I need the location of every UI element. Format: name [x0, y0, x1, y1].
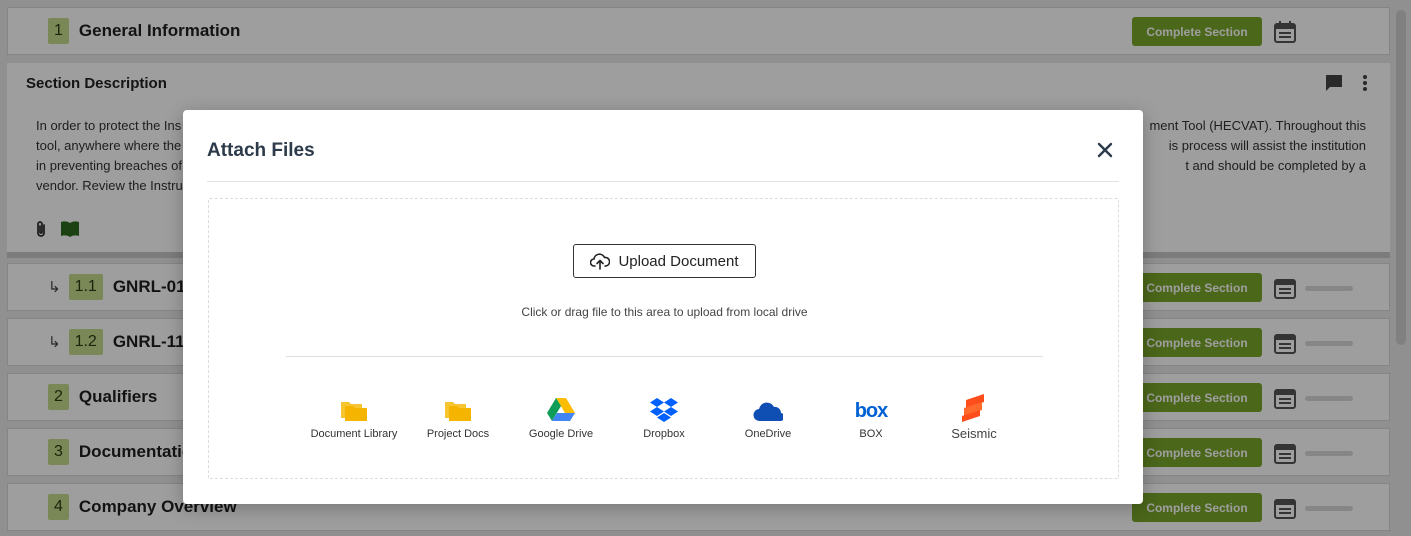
file-drop-zone[interactable]: Upload Document Click or drag file to th… — [208, 198, 1119, 479]
dialog-title: Attach Files — [207, 140, 315, 161]
source-seismic[interactable]: Seismic — [924, 394, 1024, 441]
source-google-drive[interactable]: Google Drive — [511, 394, 611, 440]
drop-hint: Click or drag file to this area to uploa… — [521, 305, 808, 319]
close-icon[interactable] — [1095, 140, 1115, 160]
upload-document-label: Upload Document — [618, 252, 739, 270]
folder-icon — [341, 402, 367, 421]
source-dropbox[interactable]: Dropbox — [614, 394, 714, 440]
onedrive-icon — [753, 402, 783, 422]
source-box[interactable]: box BOX — [821, 394, 921, 440]
file-sources: Document Library Project Docs Google Dri… — [304, 394, 1032, 444]
source-document-library[interactable]: Document Library — [304, 394, 404, 440]
divider — [207, 181, 1119, 182]
upload-document-button[interactable]: Upload Document — [573, 244, 756, 278]
google-drive-icon — [547, 398, 575, 421]
source-project-docs[interactable]: Project Docs — [408, 394, 508, 440]
source-onedrive[interactable]: OneDrive — [718, 394, 818, 440]
box-icon: box — [854, 400, 889, 422]
seismic-icon — [962, 394, 984, 422]
attach-files-dialog: Attach Files Upload Document Click or dr… — [183, 110, 1143, 504]
cloud-upload-icon — [590, 253, 611, 270]
dropbox-icon — [650, 398, 678, 422]
divider — [286, 356, 1043, 357]
folder-icon — [445, 402, 471, 421]
